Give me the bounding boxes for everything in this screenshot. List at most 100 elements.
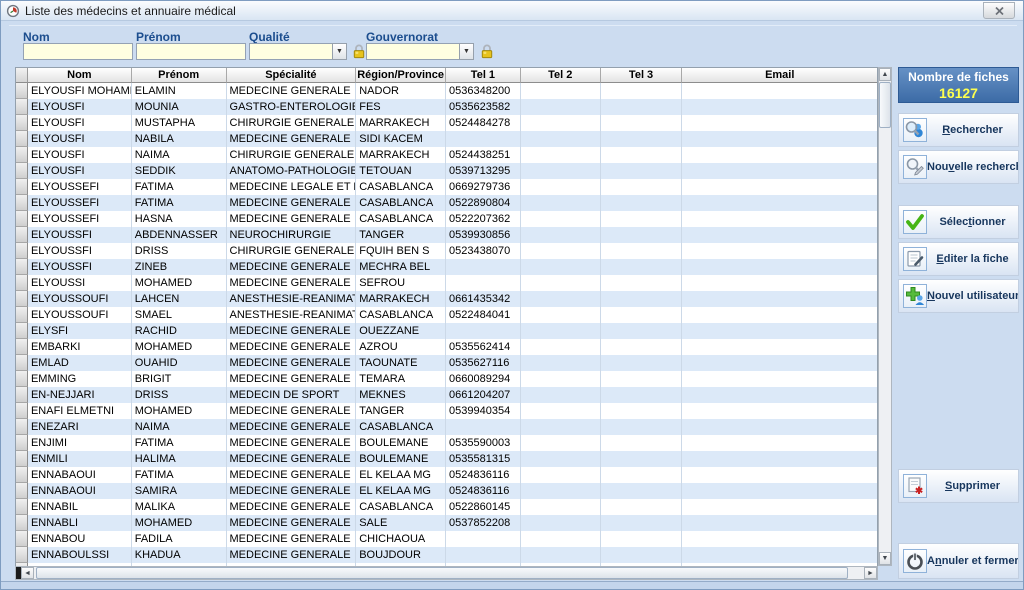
table-row[interactable]: ELYOUSFI MOUNIA GASTRO-ENTEROLOGIE FES 0…	[16, 99, 877, 115]
row-selector[interactable]	[16, 259, 28, 275]
cell-prenom[interactable]: MOHAMED	[132, 403, 227, 419]
cell-prenom[interactable]: DRISS	[132, 243, 227, 259]
cell-tel2[interactable]	[521, 499, 601, 515]
gouvernorat-filter-input[interactable]	[366, 43, 462, 60]
row-selector[interactable]	[16, 227, 28, 243]
cell-tel3[interactable]	[601, 467, 683, 483]
table-row[interactable]: ELYOUSFI MUSTAPHA CHIRURGIE GENERALE MAR…	[16, 115, 877, 131]
cell-specialite[interactable]: MEDECINE GENERALE	[227, 483, 357, 499]
nouvel-utilisateur-button[interactable]: Nouvel utilisateur	[898, 279, 1019, 313]
cell-nom[interactable]: ELYOUSSFI	[28, 227, 132, 243]
row-selector[interactable]	[16, 339, 28, 355]
cell-specialite[interactable]: ANATOMO-PATHOLOGIE	[227, 163, 357, 179]
cell-tel1[interactable]: 0535590003	[446, 435, 521, 451]
cell-email[interactable]	[682, 163, 877, 179]
cell-prenom[interactable]: ELAMIN	[132, 83, 227, 99]
cell-region[interactable]: TANGER	[356, 403, 446, 419]
cell-prenom[interactable]: NABILA	[132, 131, 227, 147]
annuler-et-fermer-button[interactable]: Annuler et fermer	[898, 543, 1019, 579]
cell-region[interactable]: CASABLANCA	[356, 211, 446, 227]
cell-region[interactable]: BOUJDOUR	[356, 547, 446, 563]
cell-email[interactable]	[682, 323, 877, 339]
row-selector[interactable]	[16, 387, 28, 403]
row-selector[interactable]	[16, 467, 28, 483]
cell-specialite[interactable]: MEDECINE GENERALE	[227, 419, 357, 435]
vertical-scroll-thumb[interactable]	[879, 82, 891, 128]
cell-specialite[interactable]: MEDECINE GENERALE	[227, 531, 357, 547]
row-selector[interactable]	[16, 163, 28, 179]
cell-tel3[interactable]	[601, 355, 683, 371]
cell-specialite[interactable]: ANESTHESIE-REANIMATION	[227, 291, 357, 307]
table-row[interactable]: ENNABOULSSI KHADUA MEDECINE GENERALE BOU…	[16, 547, 877, 563]
cell-email[interactable]	[682, 83, 877, 99]
nom-filter-input[interactable]	[23, 43, 133, 60]
cell-region[interactable]: CASABLANCA	[356, 195, 446, 211]
cell-email[interactable]	[682, 531, 877, 547]
cell-tel3[interactable]	[601, 147, 683, 163]
cell-tel1[interactable]: 0661204207	[446, 387, 521, 403]
cell-tel2[interactable]	[521, 243, 601, 259]
cell-tel2[interactable]	[521, 371, 601, 387]
table-row[interactable]: ENNABIL MALIKA MEDECINE GENERALE CASABLA…	[16, 499, 877, 515]
cell-nom[interactable]: ENNABOU	[28, 531, 132, 547]
column-header-email[interactable]: Email	[682, 68, 877, 83]
cell-nom[interactable]: ELYSFI	[28, 323, 132, 339]
cell-email[interactable]	[682, 371, 877, 387]
cell-specialite[interactable]: GASTRO-ENTEROLOGIE	[227, 99, 357, 115]
table-row[interactable]: ELYOUSSFI DRISS CHIRURGIE GENERALE FQUIH…	[16, 243, 877, 259]
cell-tel2[interactable]	[521, 435, 601, 451]
cell-tel1[interactable]: 0535581315	[446, 451, 521, 467]
cell-prenom[interactable]: BRIGIT	[132, 371, 227, 387]
cell-tel1[interactable]: 0535562414	[446, 339, 521, 355]
cell-specialite[interactable]: MEDECINE GENERALE	[227, 195, 357, 211]
cell-region[interactable]: MARRAKECH	[356, 291, 446, 307]
cell-prenom[interactable]: ZINEB	[132, 259, 227, 275]
prenom-filter-input[interactable]	[136, 43, 246, 60]
scroll-left-button[interactable]: ◄	[21, 567, 34, 579]
horizontal-scrollbar[interactable]: ◄ ►	[15, 566, 878, 580]
table-row[interactable]: ELYOUSFI NAIMA CHIRURGIE GENERALE MARRAK…	[16, 147, 877, 163]
cell-region[interactable]: FQUIH BEN S	[356, 243, 446, 259]
cell-nom[interactable]: ENNABOULSSI	[28, 547, 132, 563]
cell-tel1[interactable]: 0536348200	[446, 83, 521, 99]
table-row[interactable]: ELYOUSSOUFI LAHCEN ANESTHESIE-REANIMATIO…	[16, 291, 877, 307]
row-selector[interactable]	[16, 403, 28, 419]
table-row[interactable]: EMBARKI MOHAMED MEDECINE GENERALE AZROU …	[16, 339, 877, 355]
column-header-tel1[interactable]: Tel 1	[446, 68, 521, 83]
cell-prenom[interactable]: FADILA	[132, 531, 227, 547]
cell-tel1[interactable]: 0535627116	[446, 355, 521, 371]
cell-email[interactable]	[682, 275, 877, 291]
row-selector[interactable]	[16, 531, 28, 547]
cell-specialite[interactable]: MEDECINE GENERALE	[227, 83, 357, 99]
cell-tel3[interactable]	[601, 371, 683, 387]
cell-tel3[interactable]	[601, 435, 683, 451]
cell-email[interactable]	[682, 179, 877, 195]
cell-tel2[interactable]	[521, 355, 601, 371]
cell-region[interactable]: NADOR	[356, 83, 446, 99]
cell-region[interactable]: MARRAKECH	[356, 115, 446, 131]
cell-tel2[interactable]	[521, 163, 601, 179]
cell-nom[interactable]: EMMING	[28, 371, 132, 387]
row-selector[interactable]	[16, 323, 28, 339]
cell-tel2[interactable]	[521, 467, 601, 483]
cell-email[interactable]	[682, 515, 877, 531]
scroll-right-button[interactable]: ►	[864, 567, 877, 579]
cell-region[interactable]: EL KELAA MG	[356, 483, 446, 499]
cell-specialite[interactable]: MEDECINE GENERALE	[227, 467, 357, 483]
cell-tel3[interactable]	[601, 131, 683, 147]
column-header-tel2[interactable]: Tel 2	[521, 68, 601, 83]
row-selector[interactable]	[16, 515, 28, 531]
rechercher-button[interactable]: Rechercher	[898, 113, 1019, 147]
cell-region[interactable]: BOULEMANE	[356, 435, 446, 451]
cell-specialite[interactable]: CHIRURGIE GENERALE	[227, 115, 357, 131]
cell-prenom[interactable]: HALIMA	[132, 451, 227, 467]
cell-tel2[interactable]	[521, 339, 601, 355]
cell-tel3[interactable]	[601, 387, 683, 403]
cell-specialite[interactable]: MEDECINE GENERALE	[227, 451, 357, 467]
cell-region[interactable]: CASABLANCA	[356, 419, 446, 435]
editer-la-fiche-button[interactable]: Editer la fiche	[898, 242, 1019, 276]
cell-tel1[interactable]: 0522207362	[446, 211, 521, 227]
selectionner-button[interactable]: Sélectionner	[898, 205, 1019, 239]
cell-nom[interactable]: ENJIMI	[28, 435, 132, 451]
cell-email[interactable]	[682, 131, 877, 147]
